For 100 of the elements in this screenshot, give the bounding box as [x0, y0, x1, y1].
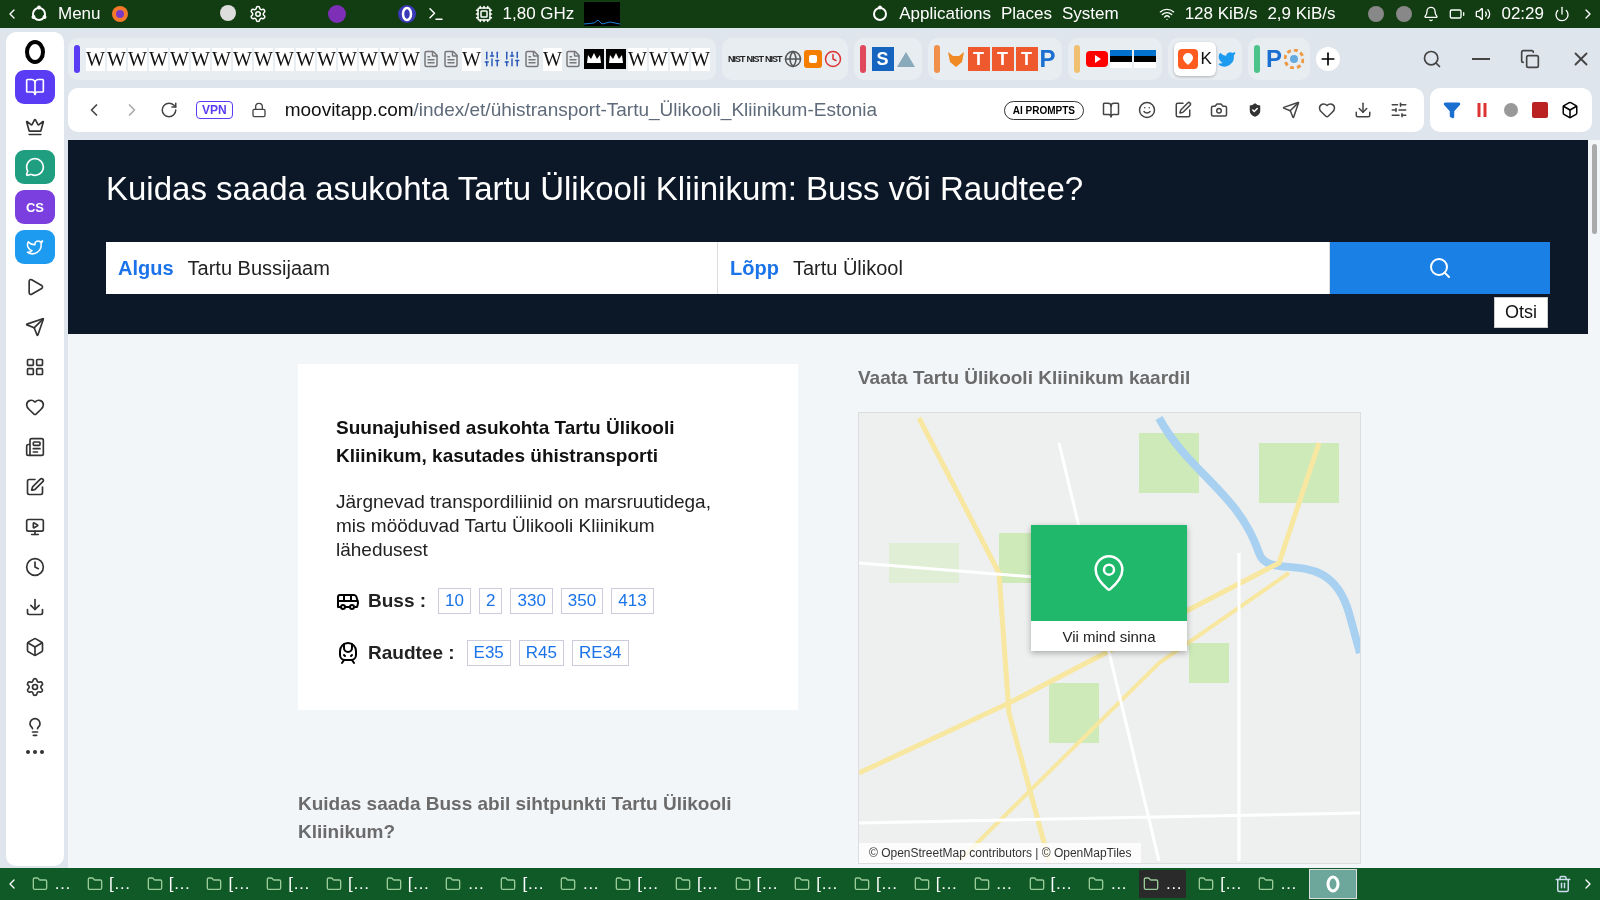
window-icon: [385, 876, 402, 892]
end-field[interactable]: Lõpp Tartu Ülikool: [718, 242, 1330, 294]
navigate-button[interactable]: Vii mind sinna: [1031, 621, 1187, 651]
route-link[interactable]: 413: [611, 588, 654, 614]
taskbar-item[interactable]: […: [670, 870, 723, 898]
taskbar-item[interactable]: […: [1194, 870, 1246, 898]
window-icon: [445, 876, 462, 892]
taskbar-item[interactable]: […: [850, 870, 902, 898]
monitor-icon: [25, 517, 45, 537]
train-icon: [336, 641, 360, 665]
twitter-button[interactable]: [15, 230, 55, 264]
news-icon: [25, 437, 45, 457]
route-link[interactable]: 10: [438, 588, 471, 614]
logo-tile: T: [967, 47, 990, 71]
taskbar-item[interactable]: …: [969, 870, 1017, 898]
reload-icon: [160, 101, 178, 119]
scrollbar-thumb[interactable]: [1591, 144, 1597, 234]
download-icon: [25, 597, 45, 617]
ubuntu-logo-icon: [30, 5, 48, 23]
window-icon: [794, 876, 811, 892]
route-link[interactable]: R45: [518, 640, 564, 666]
cube-icon: [25, 637, 45, 657]
vpn-badge[interactable]: VPN: [196, 101, 233, 119]
cs-app-button[interactable]: CS: [15, 190, 55, 224]
route-link[interactable]: 350: [560, 588, 604, 614]
logo-tile: T: [991, 47, 1014, 71]
field-label: Algus: [118, 256, 174, 280]
taskbar-item[interactable]: …: [556, 870, 604, 898]
window-icon: [146, 876, 163, 892]
search-icon: [1428, 256, 1452, 280]
play-icon: [25, 277, 45, 297]
taskbar-item[interactable]: […: [496, 870, 549, 898]
panel-menu-item[interactable]: Places: [1000, 4, 1052, 24]
taskbar-item[interactable]: […: [611, 870, 663, 898]
grid-icon: [25, 357, 45, 377]
window-icon: [913, 876, 930, 892]
taskbar-item[interactable]: […: [1024, 870, 1077, 898]
taskbar-item[interactable]: […: [321, 870, 374, 898]
reader-button[interactable]: [15, 70, 55, 104]
taskbar-item[interactable]: […: [83, 870, 135, 898]
route-link[interactable]: E35: [466, 640, 511, 666]
browser-tab[interactable]: NIST: [746, 42, 764, 76]
taskbar-item[interactable]: …: [441, 870, 489, 898]
camera-icon: [1210, 101, 1228, 119]
taskbar-item[interactable]: […: [790, 870, 843, 898]
globe-icon: [783, 50, 802, 68]
browser-tab[interactable]: NIST: [765, 42, 782, 76]
route-link[interactable]: 2: [479, 588, 503, 614]
clock-icon: [25, 557, 45, 577]
flag-icon: [1133, 50, 1156, 68]
send-icon: [1282, 101, 1300, 119]
gears-icon: [248, 5, 267, 23]
window-icon: [1088, 876, 1105, 892]
browser-tab[interactable]: S: [871, 42, 894, 76]
mountain-icon: [895, 50, 916, 68]
opera-icon: [1324, 875, 1342, 893]
window-icon: [615, 876, 632, 892]
url-text[interactable]: moovitapp.com/index/et/ühistransport-Tartu_Ülikooli_Kliinikum-Estonia: [284, 99, 878, 121]
panel-menu-item[interactable]: Applications: [899, 4, 991, 24]
browser-tab[interactable]: NIST: [728, 42, 745, 76]
ai-prompts-button[interactable]: AI PROMPTS: [1003, 100, 1084, 120]
taskbar-item[interactable]: […: [262, 870, 314, 898]
line-type-label: Raudtee :: [368, 642, 455, 664]
page-icon: [422, 50, 440, 68]
taskbar-active-item[interactable]: [1309, 869, 1357, 899]
page-icon: [523, 50, 541, 68]
address-bar[interactable]: VPN moovitapp.com/index/et/ühistransport-Tartu_Ülikooli_Kliinikum-Estonia AI PROMPTS: [68, 88, 1424, 132]
taskbar-item[interactable]: …: [1254, 870, 1301, 898]
clock-icon: [823, 50, 842, 68]
heart-icon: [1318, 101, 1336, 119]
taskbar-item[interactable]: …: [1139, 870, 1187, 898]
smile-icon: [1138, 101, 1156, 119]
taskbar-item[interactable]: […: [202, 870, 255, 898]
taskbar-item[interactable]: […: [142, 870, 195, 898]
terminal-icon: [426, 5, 445, 23]
taskbar-item[interactable]: …: [1084, 870, 1132, 898]
shield-icon: [1246, 101, 1264, 119]
opera-icon: [396, 4, 417, 24]
panel-clock: 02:29: [1501, 4, 1544, 24]
taskbar-item[interactable]: […: [909, 870, 962, 898]
logo-tile: T: [1015, 47, 1038, 71]
menu-button[interactable]: Menu: [58, 4, 101, 24]
route-link[interactable]: 330: [510, 588, 553, 614]
card-text: Järgnevad transpordiliinid on marsruutidega, mis mööduvad Tartu Ülikooli Kliinikum lähedusest: [336, 490, 712, 562]
upload-speed: 2,9 KiB/s: [1267, 4, 1336, 24]
filter-icon: [1442, 101, 1461, 119]
taskbar-item[interactable]: […: [730, 870, 783, 898]
window-icon: [734, 876, 751, 892]
section-heading: Kuidas saada Buss abil sihtpunkti Tartu Ülikooli Kliinikum?: [298, 792, 733, 844]
taskbar-item[interactable]: […: [381, 870, 434, 898]
route-link[interactable]: RE34: [572, 640, 629, 666]
browser-tab[interactable]: K: [1173, 42, 1216, 76]
panel-menu-item[interactable]: System: [1061, 4, 1119, 24]
chat-app-button[interactable]: [15, 150, 55, 184]
power-icon: [1554, 6, 1570, 22]
cube-icon: [1561, 101, 1580, 119]
crown-icon: [25, 117, 45, 137]
start-field[interactable]: Algus Tartu Bussijaam: [106, 242, 718, 294]
card-title: Suunajuhised asukohta Tartu Ülikooli Kliinikum, kasutades ühistransporti: [336, 416, 676, 468]
taskbar-item[interactable]: …: [28, 870, 75, 898]
